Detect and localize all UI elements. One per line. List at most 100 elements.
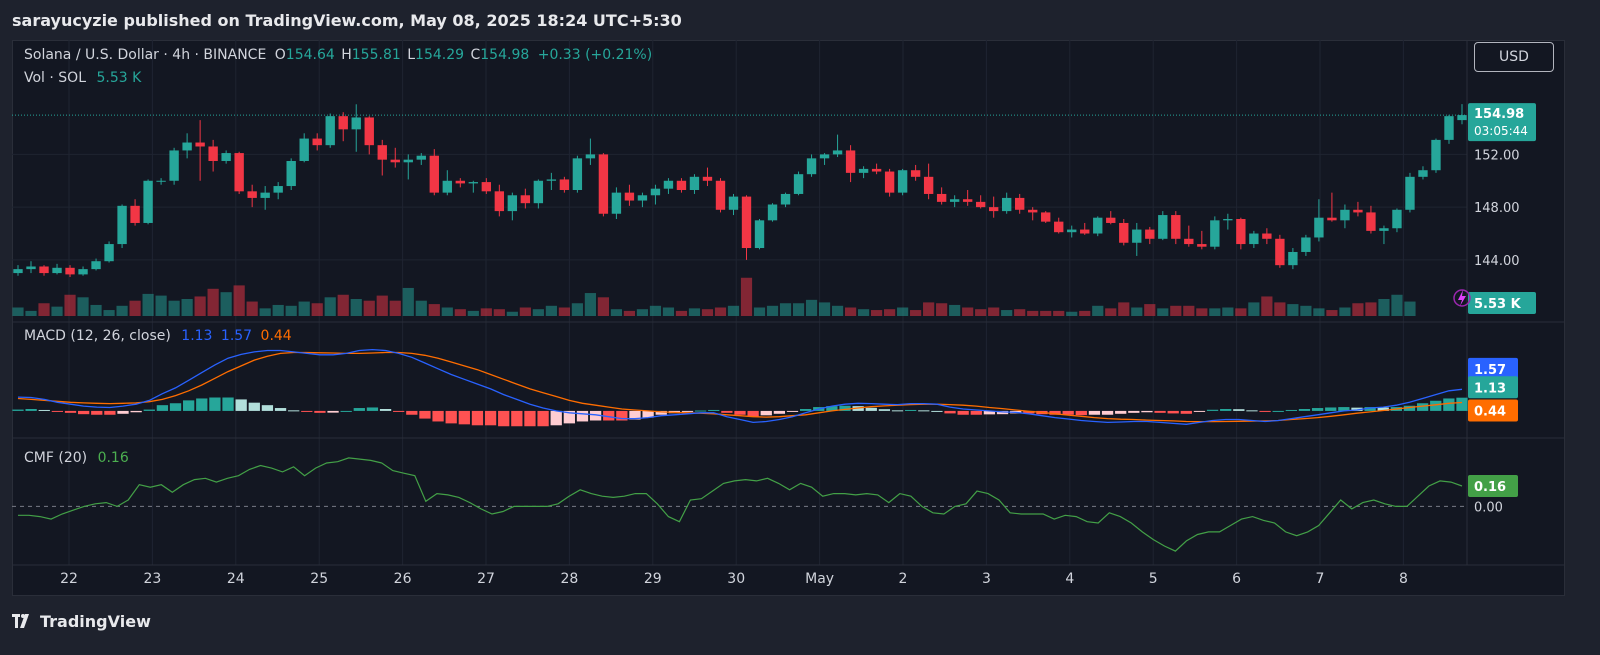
candle[interactable] [559,176,570,193]
candle[interactable] [546,172,557,190]
candle[interactable] [1210,216,1220,250]
candle[interactable] [832,134,843,158]
candle[interactable] [923,163,934,200]
candle[interactable] [325,113,335,148]
candle[interactable] [169,147,179,185]
candle[interactable] [1080,222,1090,235]
candle[interactable] [728,193,739,216]
candle[interactable] [715,178,726,213]
candle[interactable] [845,145,856,183]
symbol-title[interactable]: Solana / U.S. Dollar · 4h · BINANCE [24,47,266,63]
candle[interactable] [1119,219,1129,246]
candle[interactable] [273,182,283,200]
candle[interactable] [1340,204,1350,229]
candle[interactable] [442,170,452,196]
candle[interactable] [286,158,296,190]
candle[interactable] [936,187,947,205]
candle[interactable] [1158,211,1168,241]
candle[interactable] [1379,225,1389,245]
candle[interactable] [806,154,817,177]
candle[interactable] [975,195,986,209]
candle[interactable] [494,184,505,217]
candle[interactable] [520,188,531,209]
candle[interactable] [351,104,361,152]
candle[interactable] [117,204,127,249]
candle[interactable] [1093,216,1103,237]
candle[interactable] [455,178,465,188]
candle[interactable] [247,184,257,208]
currency-button[interactable]: USD [1474,42,1554,72]
candle[interactable] [312,133,322,151]
candle[interactable] [650,184,661,205]
candle[interactable] [637,192,648,208]
candle[interactable] [13,265,23,276]
candle[interactable] [1015,193,1025,214]
candle[interactable] [949,195,960,208]
candle[interactable] [104,241,114,263]
candle[interactable] [507,192,518,221]
candle[interactable] [143,179,153,225]
candle[interactable] [1418,166,1428,180]
candle[interactable] [1106,211,1116,225]
candle[interactable] [1301,234,1311,256]
candle[interactable] [52,263,62,275]
candle[interactable] [156,178,166,185]
candle[interactable] [377,139,387,176]
candle[interactable] [676,178,687,193]
candle[interactable] [1184,225,1194,247]
candle[interactable] [793,171,804,196]
candle[interactable] [208,139,218,172]
candle[interactable] [130,199,140,226]
candle[interactable] [1457,104,1467,125]
candle[interactable] [754,219,765,250]
candle[interactable] [234,151,244,194]
candle[interactable] [1223,213,1233,230]
candle[interactable] [624,184,635,206]
candle[interactable] [481,178,492,194]
candle[interactable] [65,265,75,278]
candle[interactable] [1197,230,1207,250]
candle[interactable] [1431,138,1441,173]
alert-lightning-icon[interactable] [1453,289,1471,307]
candle[interactable] [1262,228,1272,245]
candle[interactable] [260,186,270,210]
candle[interactable] [689,174,700,194]
candle[interactable] [819,153,830,165]
candle[interactable] [1275,234,1285,268]
candle[interactable] [1405,172,1415,213]
candle[interactable] [780,192,791,208]
candle[interactable] [1132,222,1142,256]
candle[interactable] [767,203,778,222]
candle[interactable] [1236,217,1246,250]
candle[interactable] [78,266,88,276]
candle[interactable] [871,163,882,175]
candle[interactable] [533,179,544,209]
candle[interactable] [1041,211,1051,223]
candle[interactable] [390,147,400,168]
candle[interactable] [338,112,348,142]
candle[interactable] [962,190,973,206]
candle[interactable] [403,154,413,180]
candle[interactable] [364,116,374,155]
candle[interactable] [1444,114,1454,144]
candle[interactable] [299,133,309,163]
candle[interactable] [611,187,622,220]
candle[interactable] [598,153,609,217]
candle[interactable] [1249,230,1259,249]
candle[interactable] [1366,205,1376,234]
candle[interactable] [195,120,205,181]
candle[interactable] [702,167,713,187]
candle[interactable] [910,164,921,181]
candle[interactable] [741,195,752,260]
candle[interactable] [897,168,908,196]
candle[interactable] [1353,201,1363,217]
candle[interactable] [1028,207,1038,221]
candle[interactable] [429,149,439,196]
candle[interactable] [39,265,49,276]
volume-label[interactable]: Vol · SOL [24,70,86,86]
cmf-label[interactable]: CMF (20) [24,450,87,466]
candle[interactable] [468,180,478,193]
candle[interactable] [663,178,674,194]
candle[interactable] [988,196,999,218]
chart-canvas[interactable]: 152.00 148.00 144.00 154.98 03:05:44 5.53 K 1.… [12,40,1565,596]
